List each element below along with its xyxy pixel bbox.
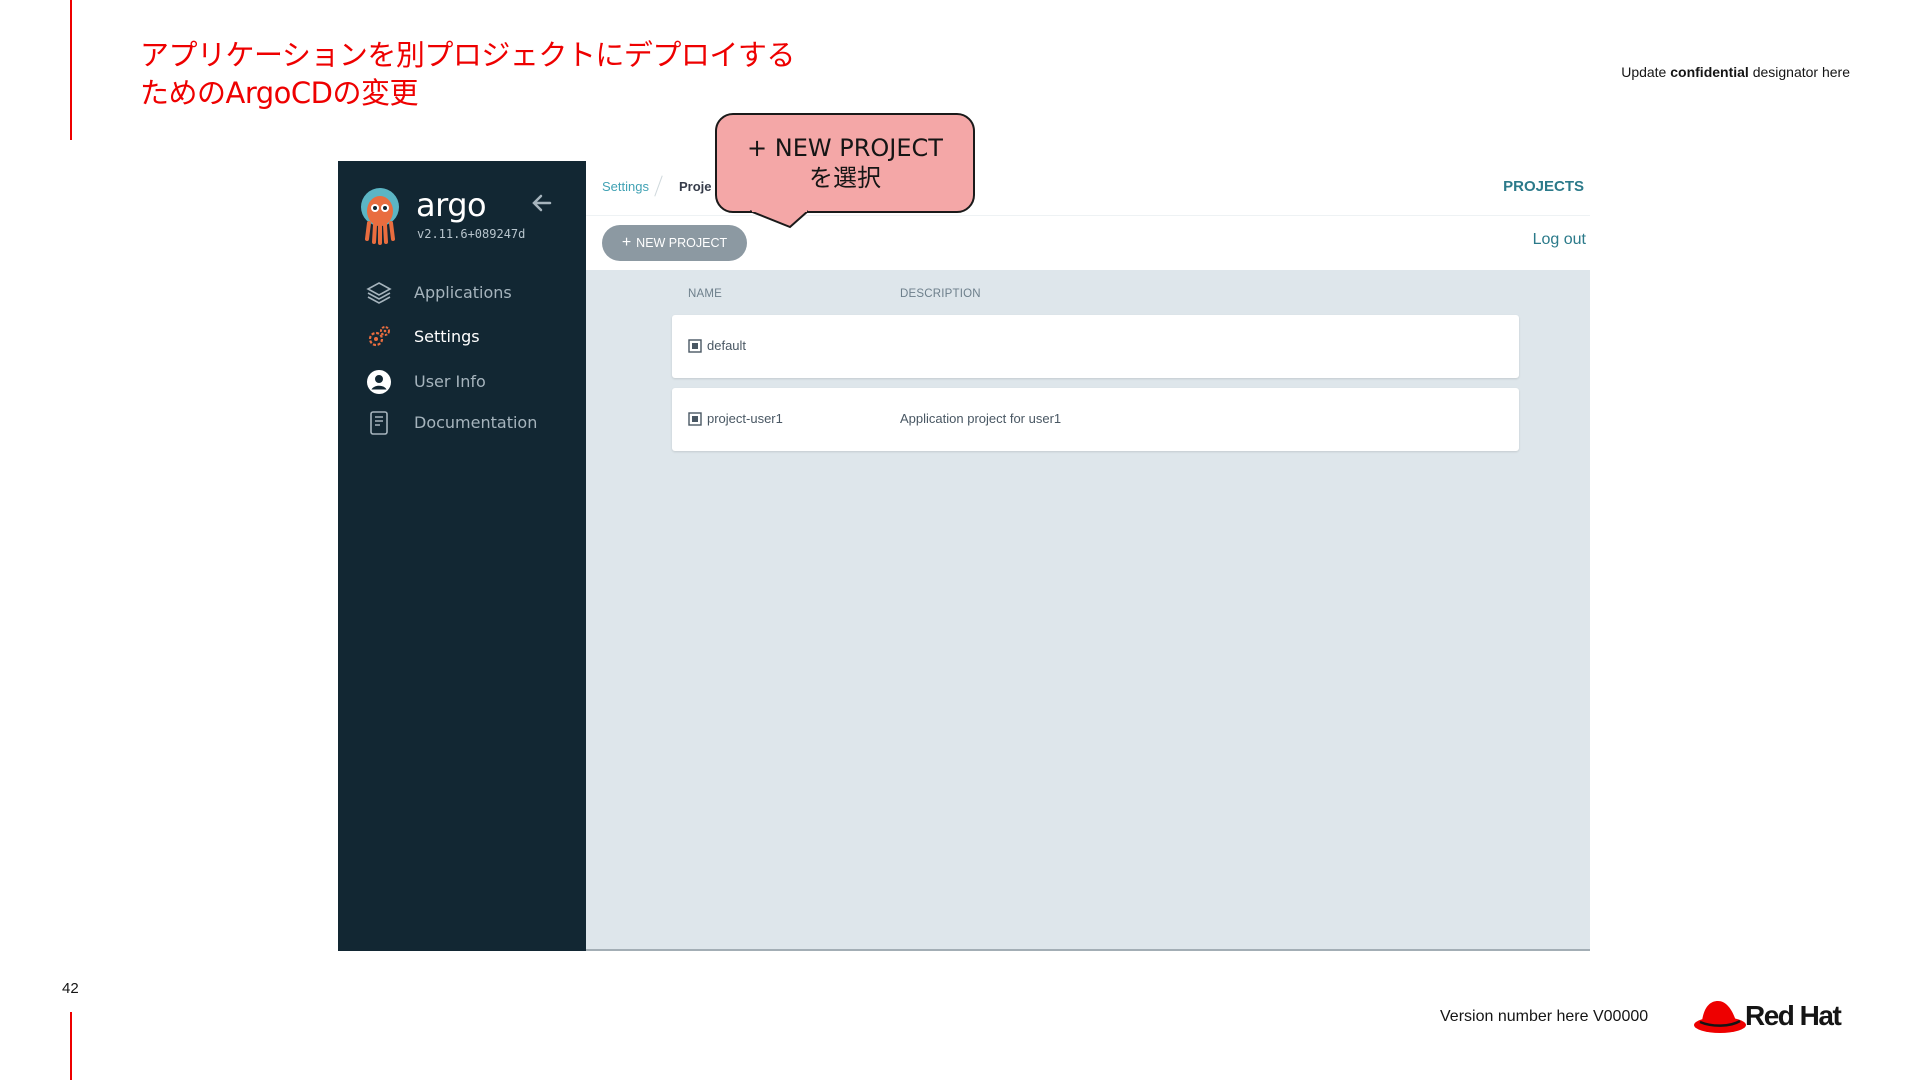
accent-bar-top xyxy=(70,0,72,140)
project-name: default xyxy=(707,338,747,353)
projects-list: NAME DESCRIPTION default project-user1 A… xyxy=(586,270,1590,951)
slide-title: アプリケーションを別プロジェクトにデプロイする ためのArgoCDの変更 xyxy=(140,36,795,112)
accent-bar-bottom xyxy=(70,1012,72,1080)
column-header-name: NAME xyxy=(688,288,723,300)
logout-link[interactable]: Log out xyxy=(1533,231,1586,249)
layers-icon xyxy=(366,282,392,304)
breadcrumb-separator xyxy=(654,175,663,197)
page-title: PROJECTS xyxy=(1503,178,1584,195)
breadcrumb-settings[interactable]: Settings xyxy=(602,179,649,194)
project-description: Application project for user1 xyxy=(900,411,1062,426)
table-row[interactable]: default xyxy=(672,315,1519,378)
user-circle-icon xyxy=(367,370,391,394)
nav-item-user-info[interactable]: User Info xyxy=(366,367,566,397)
nav-item-label: Settings xyxy=(414,327,480,346)
column-header-description: DESCRIPTION xyxy=(900,288,981,300)
nav-item-label: Documentation xyxy=(414,413,538,432)
book-icon xyxy=(370,411,388,435)
nav-item-settings[interactable]: Settings xyxy=(366,322,566,352)
callout-bubble: + NEW PROJECT を選択 xyxy=(715,113,975,213)
confidential-bold: confidential xyxy=(1670,64,1749,80)
project-icon xyxy=(688,339,702,353)
breadcrumb-current: Proje xyxy=(679,179,712,194)
callout-line2: を選択 xyxy=(809,164,881,192)
argo-version: v2.11.6+089247d xyxy=(417,227,526,241)
project-icon xyxy=(688,412,702,426)
argo-toolbar: + NEW PROJECT Log out xyxy=(586,216,1590,270)
nav-item-label: User Info xyxy=(414,372,486,391)
bottom-divider xyxy=(586,949,1590,951)
plus-icon: + xyxy=(621,234,632,251)
new-project-button[interactable]: + NEW PROJECT xyxy=(602,225,747,261)
confidential-suffix: designator here xyxy=(1748,64,1850,80)
confidential-prefix: Update xyxy=(1621,64,1671,80)
nav-item-documentation[interactable]: Documentation xyxy=(366,408,566,438)
callout-line1: + NEW PROJECT xyxy=(747,134,943,162)
arrow-left-icon[interactable] xyxy=(530,191,554,215)
callout-pointer xyxy=(750,210,809,229)
argocd-screenshot: argo v2.11.6+089247d Applications Settin… xyxy=(338,161,1590,951)
new-project-label: NEW PROJECT xyxy=(636,236,728,250)
version-text: Version number here V00000 xyxy=(1440,1008,1649,1025)
gears-icon xyxy=(368,326,390,347)
slide-title-line1: アプリケーションを別プロジェクトにデプロイする xyxy=(140,38,795,72)
project-name: project-user1 xyxy=(707,411,783,426)
nav-item-label: Applications xyxy=(414,283,512,302)
table-row[interactable]: project-user1 Application project for us… xyxy=(672,388,1519,451)
argo-octopus-icon xyxy=(361,188,399,245)
red-hat-logo-text: Red Hat xyxy=(1745,1000,1842,1031)
page-number: 42 xyxy=(62,980,79,997)
confidential-designator: Update confidential designator here xyxy=(1621,64,1850,80)
slide-title-line2: ためのArgoCDの変更 xyxy=(140,76,418,110)
argo-sidebar: argo v2.11.6+089247d Applications Settin… xyxy=(338,161,586,951)
argo-brand-name: argo xyxy=(416,186,487,224)
nav-item-applications[interactable]: Applications xyxy=(366,278,566,308)
